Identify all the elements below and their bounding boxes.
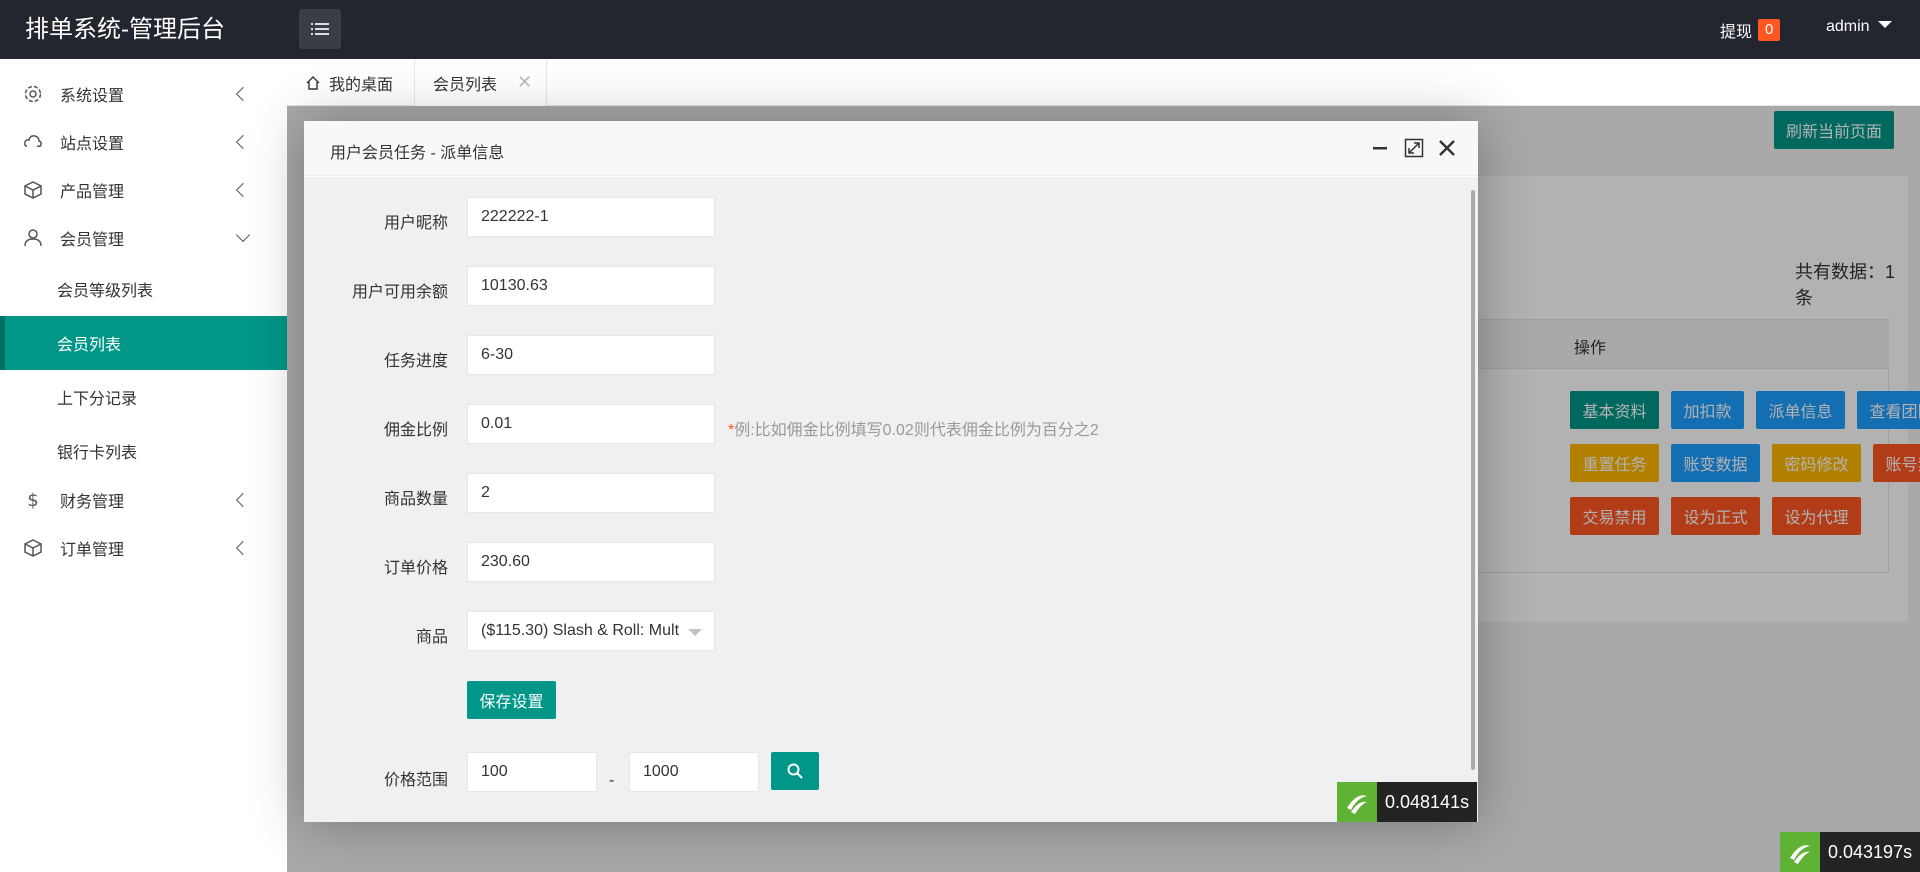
product-select[interactable]: ($115.30) Slash & Roll: Mult [467,611,715,651]
commission-input[interactable]: 0.01 [467,404,715,444]
user-icon [22,227,44,249]
product-label: 商品 [415,629,448,646]
sidebar: 系统设置 站点设置 产品管理 会员管理 会员等级列表 会员列表 上下分记录 银行… [0,59,287,872]
price-max-input[interactable]: 1000 [629,752,759,792]
price-range-row: 价格范围 100 - 1000 [304,752,1404,792]
sidebar-subitem-label: 上下分记录 [57,391,138,408]
timer-logo-icon [1780,832,1820,872]
tab-bar: 我的桌面 会员列表 ✕ [287,59,1920,106]
task-progress-label: 任务进度 [383,353,448,370]
balance-row: 用户可用余额 10130.63 [304,266,1404,306]
quantity-label: 商品数量 [383,491,448,508]
range-separator: - [609,772,615,789]
modal-body: 用户昵称 222222-1 用户可用余额 10130.63 任务进度 6-30 … [304,177,1478,822]
sidebar-subitem-label: 银行卡列表 [57,445,138,462]
gear-icon [22,83,44,105]
sidebar-item-system-settings[interactable]: 系统设置 [0,70,287,118]
tab-label: 我的桌面 [329,76,394,94]
sidebar-item-finance-management[interactable]: $ 财务管理 [0,476,287,524]
top-header: 排单系统-管理后台 提现 0 admin [0,0,1920,59]
sidebar-item-label: 站点设置 [60,136,125,153]
dollar-icon: $ [22,489,44,511]
chevron-left-icon [235,86,251,102]
commission-row: 佣金比例 0.01 *例:比如佣金比例填写0.02则代表佣金比例为百分之2 [304,404,1404,444]
timer-logo-icon [1337,782,1377,822]
sidebar-item-label: 会员管理 [60,232,125,249]
product-select-value: ($115.30) Slash & Roll: Mult [481,622,680,639]
sidebar-subitem-label: 会员列表 [57,337,122,354]
tab-member-list[interactable]: 会员列表 ✕ [414,59,547,106]
search-icon [787,763,803,779]
close-icon[interactable]: ✕ [517,72,532,93]
minimize-icon[interactable] [1369,137,1391,159]
maximize-icon[interactable] [1403,137,1425,159]
commission-label: 佣金比例 [383,422,448,439]
chevron-left-icon [235,182,251,198]
sidebar-item-label: 产品管理 [60,184,125,201]
product-row: 商品 ($115.30) Slash & Roll: Mult [304,611,1404,651]
commission-hint: *例:比如佣金比例填写0.02则代表佣金比例为百分之2 [728,416,1099,440]
svg-text:$: $ [27,490,38,510]
chevron-down-icon [235,227,251,243]
task-progress-input[interactable]: 6-30 [467,335,715,375]
balance-label: 用户可用余额 [351,284,448,301]
save-settings-button[interactable]: 保存设置 [467,681,556,719]
timer-value: 0.048141s [1377,782,1478,822]
nickname-input[interactable]: 222222-1 [467,197,715,237]
sidebar-item-label: 系统设置 [60,88,125,105]
timer-value: 0.043197s [1820,832,1920,872]
nickname-label: 用户昵称 [383,215,448,232]
sidebar-item-product-management[interactable]: 产品管理 [0,166,287,214]
search-button[interactable] [771,752,819,790]
modal-header: 用户会员任务 - 派单信息 [304,121,1478,176]
price-min-input[interactable]: 100 [467,752,597,792]
quantity-input[interactable]: 2 [467,473,715,513]
modal-title: 用户会员任务 - 派单信息 [330,145,505,162]
tab-label: 会员列表 [433,76,498,94]
sidebar-item-label: 订单管理 [60,542,125,559]
sidebar-item-label: 财务管理 [60,494,125,511]
price-range-label: 价格范围 [383,772,448,789]
chevron-left-icon [235,492,251,508]
sidebar-item-site-settings[interactable]: 站点设置 [0,118,287,166]
nickname-row: 用户昵称 222222-1 [304,197,1404,237]
box-icon [22,179,44,201]
order-price-input[interactable]: 230.60 [467,542,715,582]
caret-down-icon [1877,20,1892,28]
close-icon[interactable] [1436,137,1458,159]
box-icon [22,537,44,559]
chevron-left-icon [235,134,251,150]
chevron-down-icon [688,629,702,636]
withdraw-link[interactable]: 提现 0 [1720,18,1781,42]
menu-toggle-button[interactable] [299,9,341,49]
sidebar-subitem-score-records[interactable]: 上下分记录 [0,370,287,424]
commission-hint-text: 例:比如佣金比例填写0.02则代表佣金比例为百分之2 [734,422,1099,439]
menu-icon [311,23,329,35]
sidebar-subitem-member-list[interactable]: 会员列表 [0,316,287,370]
tab-my-desktop[interactable]: 我的桌面 [305,59,393,106]
sidebar-subitem-bank-cards[interactable]: 银行卡列表 [0,424,287,478]
withdraw-count-badge: 0 [1758,19,1781,41]
cloud-icon [22,131,44,153]
task-progress-row: 任务进度 6-30 [304,335,1404,375]
sidebar-subitem-member-levels[interactable]: 会员等级列表 [0,262,287,316]
order-price-row: 订单价格 230.60 [304,542,1404,582]
sidebar-subitem-label: 会员等级列表 [57,283,154,300]
chevron-left-icon [235,540,251,556]
dispatch-info-modal: 用户会员任务 - 派单信息 用户昵称 222222-1 用户可用余额 10130… [304,121,1478,822]
modal-scrollbar[interactable] [1471,190,1475,770]
app-title: 排单系统-管理后台 [25,16,225,43]
sidebar-item-order-management[interactable]: 订单管理 [0,524,287,572]
page-timer: 0.043197s [1780,832,1920,872]
home-icon [306,75,320,90]
order-price-label: 订单价格 [383,560,448,577]
modal-timer: 0.048141s [1337,782,1478,822]
username: admin [1826,18,1870,35]
user-menu[interactable]: admin [1826,18,1892,36]
sidebar-item-member-management[interactable]: 会员管理 [0,214,287,262]
balance-input[interactable]: 10130.63 [467,266,715,306]
quantity-row: 商品数量 2 [304,473,1404,513]
withdraw-label: 提现 [1720,24,1753,41]
